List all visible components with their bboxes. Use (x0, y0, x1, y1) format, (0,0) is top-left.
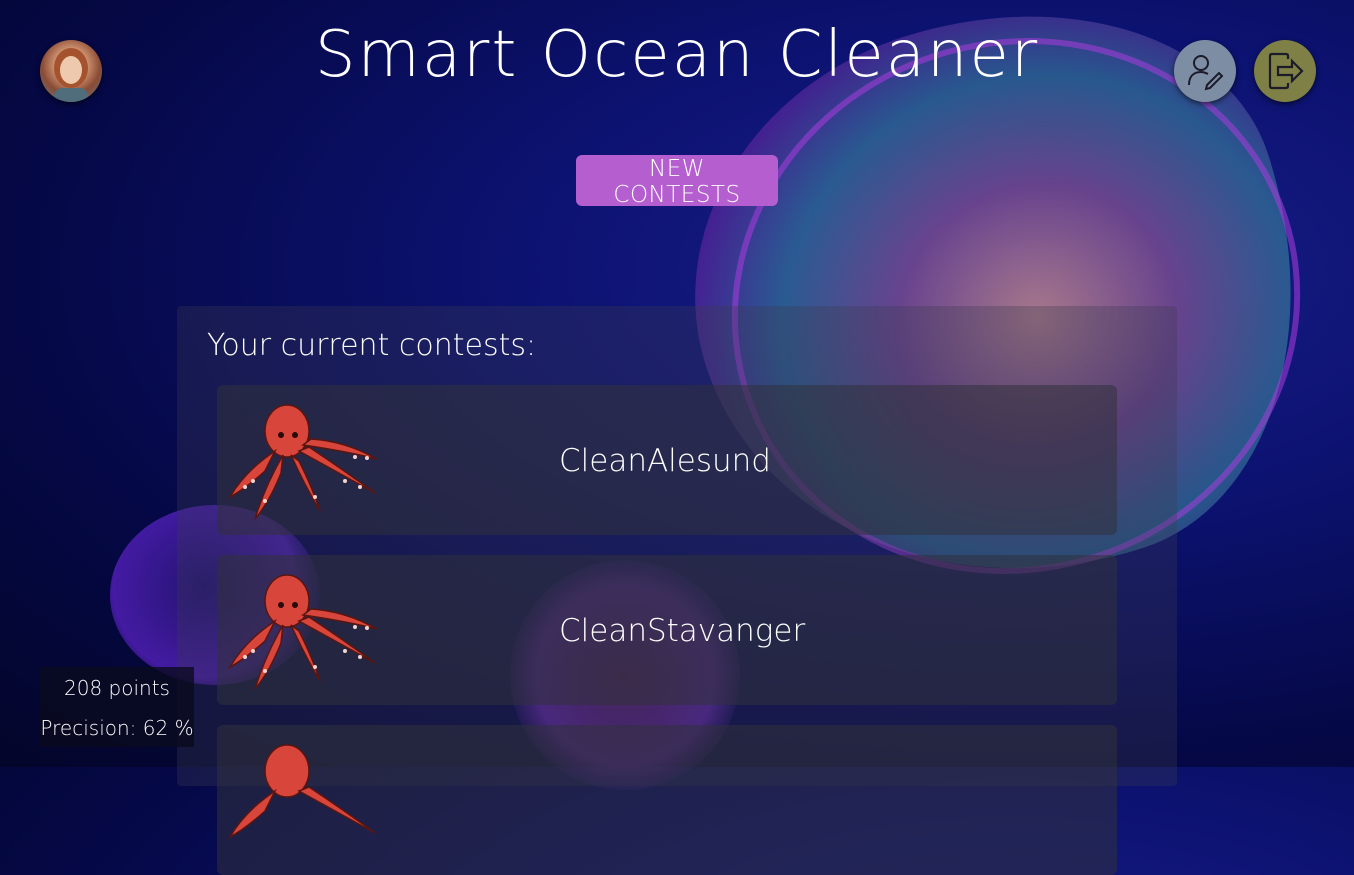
octopus-icon (228, 744, 376, 839)
new-contests-button[interactable]: NEW CONTESTS (576, 155, 778, 208)
edit-profile-button[interactable] (1174, 40, 1236, 102)
logout-button[interactable] (1254, 40, 1316, 102)
points-value: 208 points (64, 676, 170, 700)
current-contests-heading: Your current contests: (207, 328, 537, 363)
precision-value: Precision: 62 % (40, 716, 194, 740)
contest-card[interactable] (217, 725, 1117, 875)
app-title: Smart Ocean Cleaner (314, 18, 1040, 92)
logout-icon (1268, 52, 1304, 90)
contest-name: CleanStavanger (559, 613, 806, 649)
current-contests-panel: Your current contests: CleanAlesund Clea… (177, 306, 1177, 875)
contest-card[interactable]: CleanStavanger (217, 555, 1117, 705)
octopus-icon (228, 404, 378, 520)
octopus-icon (228, 574, 378, 690)
user-stats-box: 208 points Precision: 62 % (40, 667, 194, 747)
contest-card[interactable]: CleanAlesund (217, 385, 1117, 535)
contest-name: CleanAlesund (559, 443, 771, 479)
user-avatar[interactable] (40, 40, 102, 102)
user-edit-icon (1188, 55, 1224, 91)
